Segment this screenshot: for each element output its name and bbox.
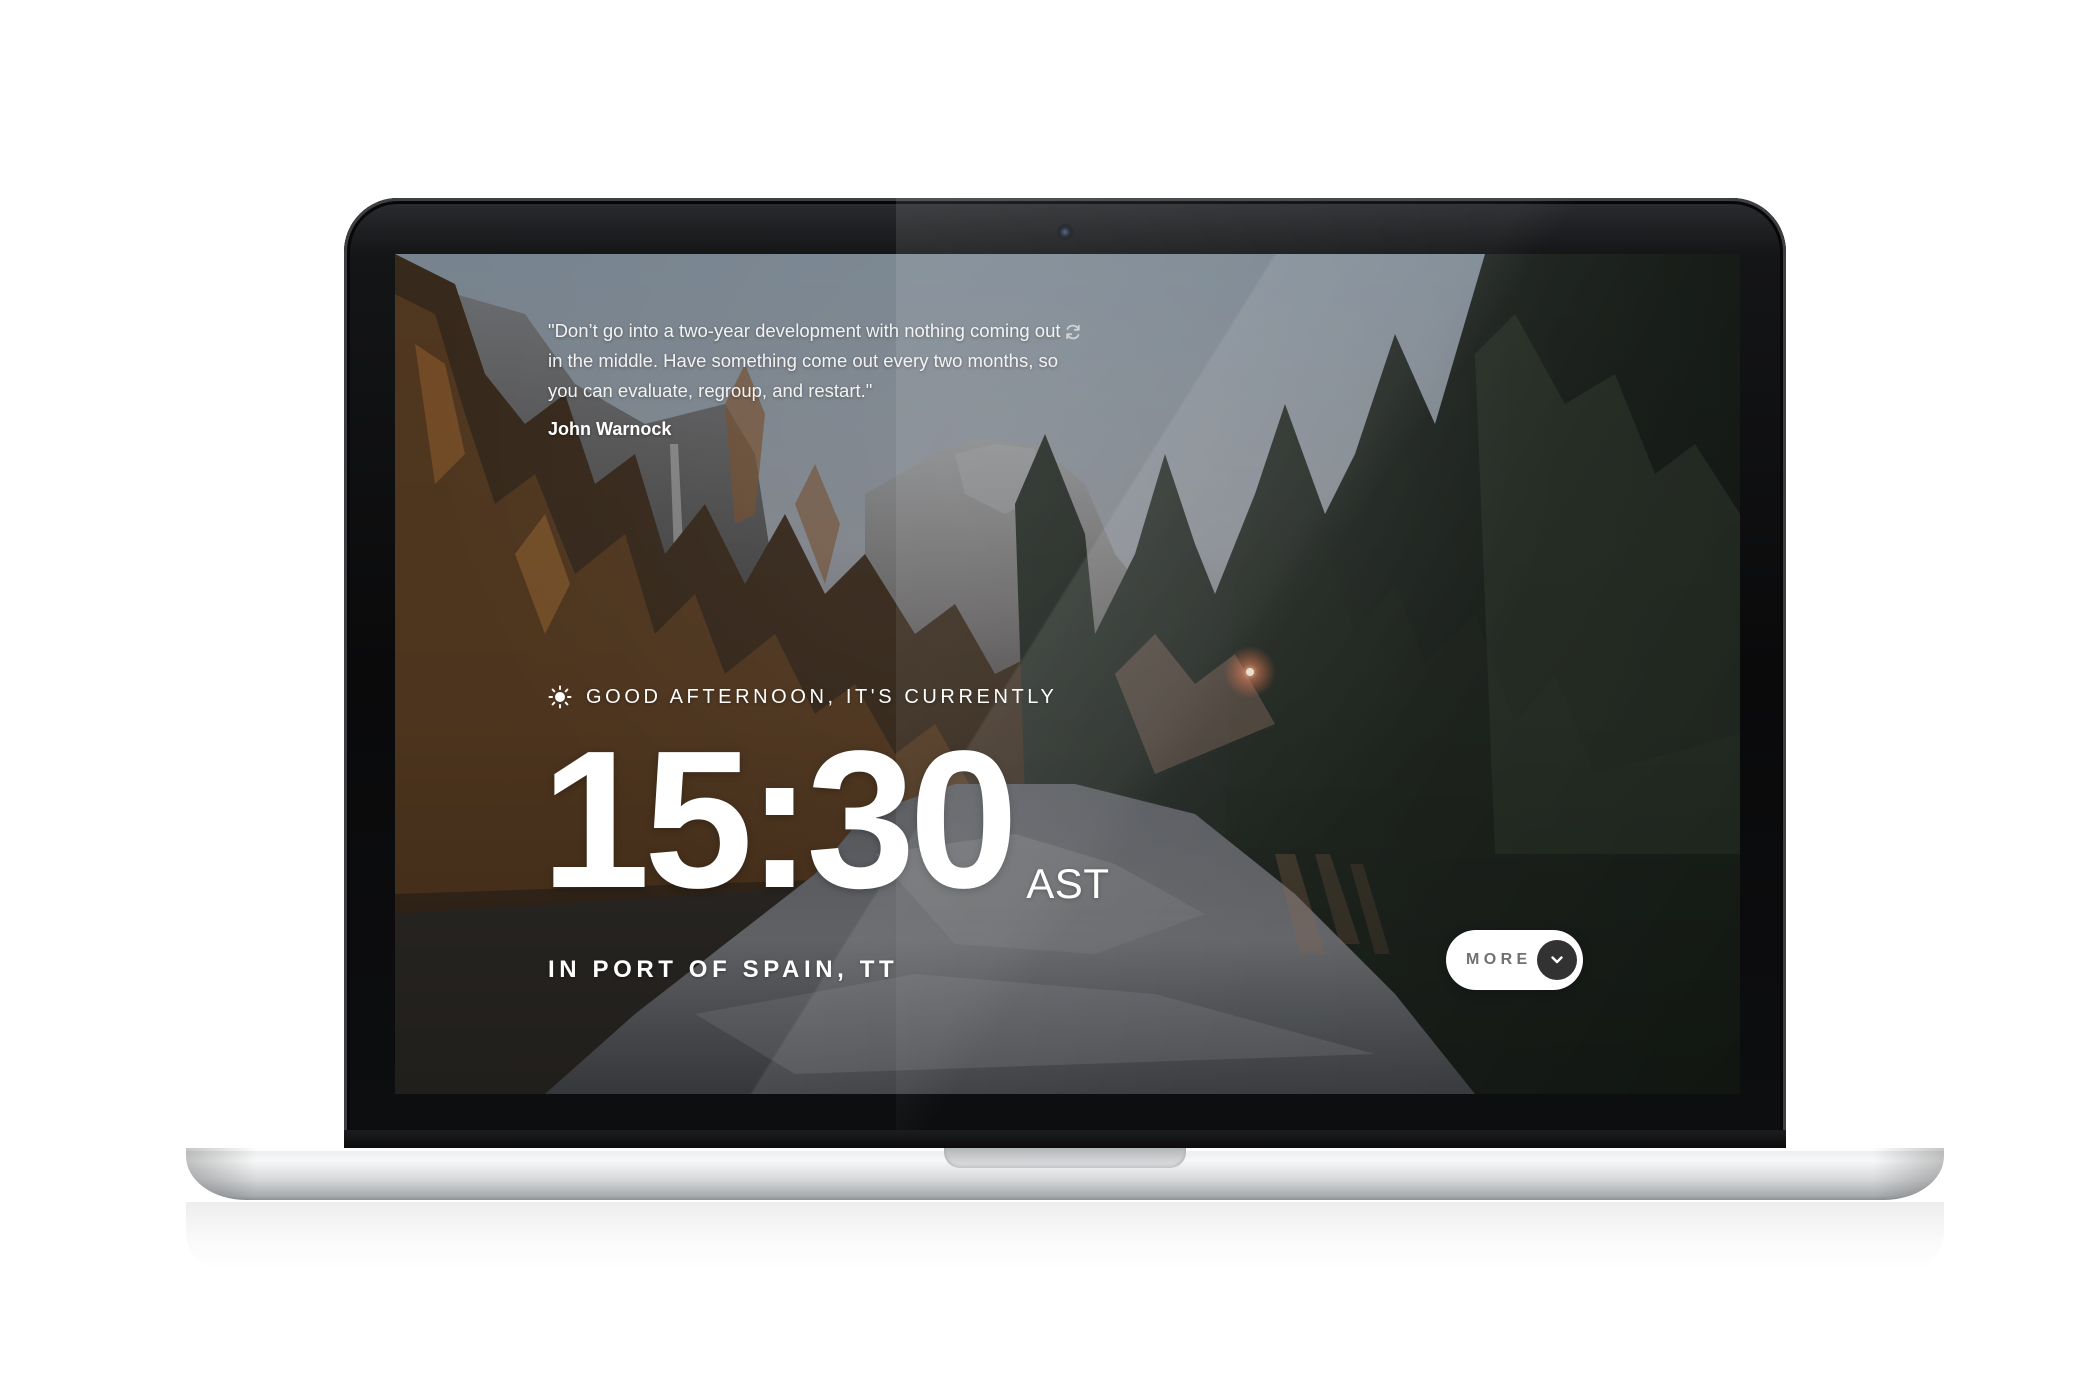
more-button-label: MORE [1466, 951, 1532, 968]
refresh-icon[interactable] [1063, 322, 1083, 342]
greeting: GOOD AFTERNOON, IT'S CURRENTLY [548, 682, 1057, 712]
screen: "Don’t go into a two-year development wi… [395, 254, 1740, 1094]
camera-icon [1059, 226, 1071, 238]
clock-time: 15:30 [541, 710, 1018, 929]
greeting-text: GOOD AFTERNOON, IT'S CURRENTLY [586, 685, 1058, 708]
clock-timezone: AST [1026, 860, 1110, 907]
quote-author: John Warnock [548, 419, 672, 439]
quote-text: "Don’t go into a two-year development wi… [548, 320, 1061, 401]
laptop-reflection [186, 1202, 1944, 1272]
more-button[interactable]: MORE [1446, 930, 1583, 990]
laptop-opening-notch [944, 1148, 1186, 1168]
quote-block: "Don’t go into a two-year development wi… [548, 316, 1068, 440]
location-label: IN PORT OF SPAIN, TT [548, 956, 899, 983]
chevron-down-icon [1537, 940, 1577, 980]
sun-icon [548, 685, 572, 709]
laptop-hinge [344, 1130, 1786, 1148]
product-mockup: "Don’t go into a two-year development wi… [0, 0, 2100, 1400]
clock: 15:30 AST [541, 722, 1109, 918]
